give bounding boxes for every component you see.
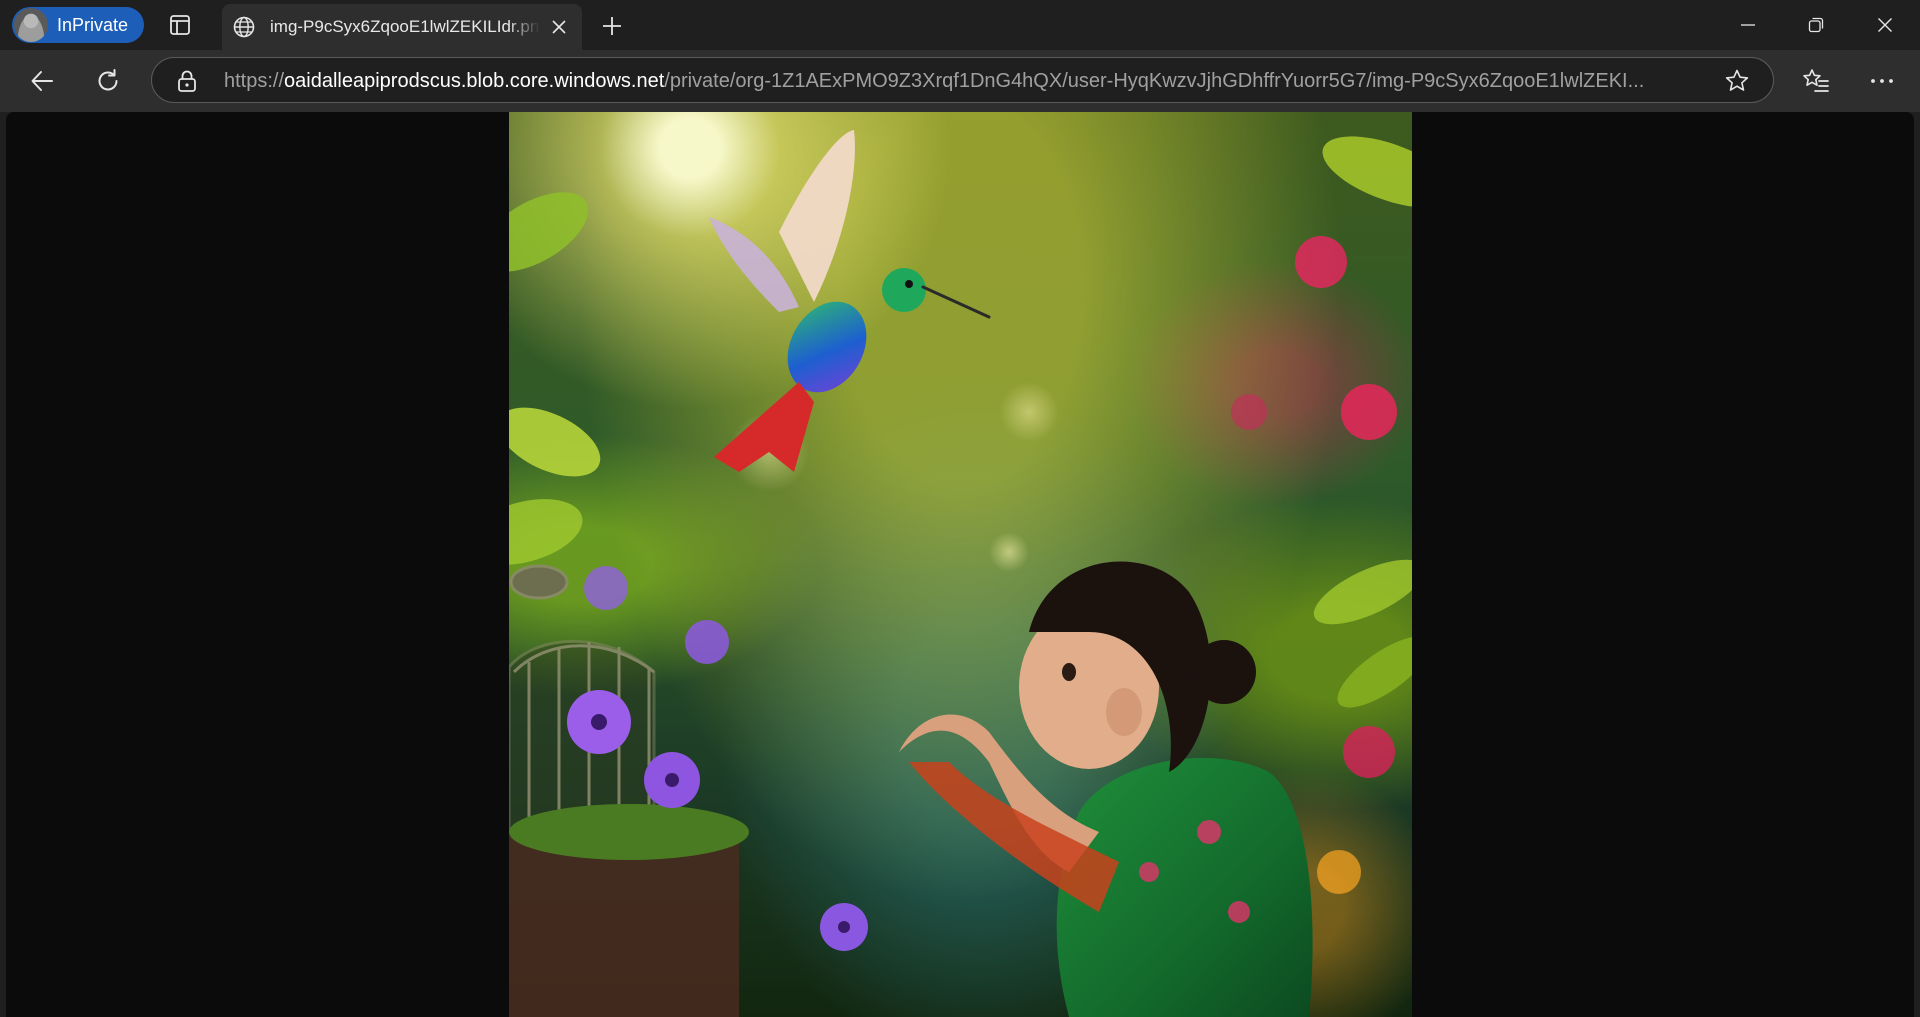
reload-icon [98,69,118,91]
plus-icon [603,17,621,35]
close-icon [1878,18,1892,32]
star-icon[interactable] [1724,68,1750,94]
generated-image[interactable] [509,112,1412,1017]
address-bar[interactable]: https://oaidalleapiprodscus.blob.core.wi… [151,57,1774,103]
tab-close-button[interactable] [548,16,570,38]
avatar-icon [14,8,48,42]
restore-icon [1808,17,1824,33]
close-window-button[interactable] [1850,0,1920,50]
tab-title: img-P9cSyx6ZqooE1lwlZEKILIdr.png [270,17,540,36]
title-bar: InPrivate img-P9cSyx6ZqooE1lwlZEKILIdr.p… [0,0,1920,50]
tab-actions-button[interactable] [160,8,200,42]
tab-active[interactable]: img-P9cSyx6ZqooE1lwlZEKILIdr.png [222,4,582,50]
page-viewport [6,112,1914,1017]
url-scheme: https:// [224,70,285,92]
ellipsis-icon [1871,79,1893,83]
girl [899,561,1313,1017]
arrow-left-icon [31,71,53,91]
new-tab-button[interactable] [598,12,626,40]
back-button[interactable] [22,61,62,101]
url-host: oaidalleapiprodscus.blob.core.windows.ne… [284,70,665,92]
inprivate-badge[interactable]: InPrivate [12,7,144,43]
restore-button[interactable] [1781,0,1851,50]
minimize-button[interactable] [1713,0,1783,50]
reload-button[interactable] [88,61,128,101]
favorites-button[interactable] [1800,65,1832,97]
tab-actions-icon [170,15,190,35]
url-path: /private/org-1Z1AExPMO9Z3Xrqf1DnG4hQX/us… [664,70,1645,92]
lock-icon[interactable] [176,69,198,93]
globe-icon [233,16,255,38]
minimize-icon [1741,24,1755,26]
settings-menu-button[interactable] [1866,65,1898,97]
favorites-icon [1803,69,1829,92]
inprivate-label: InPrivate [57,14,129,35]
url-text[interactable]: https://oaidalleapiprodscus.blob.core.wi… [224,70,1692,93]
toolbar: https://oaidalleapiprodscus.blob.core.wi… [0,50,1920,112]
image-illustration [509,130,1412,1017]
close-icon [552,20,566,34]
